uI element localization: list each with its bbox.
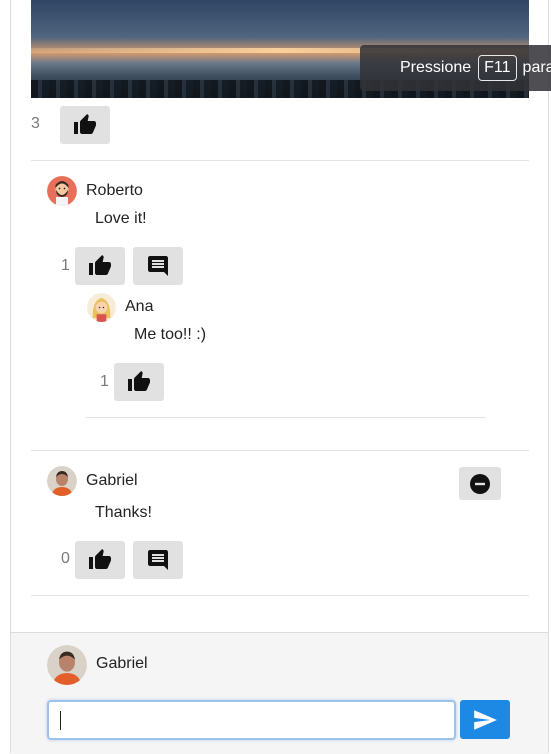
avatar-gabriel xyxy=(47,466,77,496)
reply-like-count: 1 xyxy=(100,373,109,390)
comment-text: Love it! xyxy=(95,210,147,227)
divider xyxy=(31,450,529,451)
thumbs-up-icon xyxy=(89,255,111,275)
thumbs-up-icon xyxy=(128,371,150,391)
avatar-roberto xyxy=(47,176,77,206)
thumbs-up-icon xyxy=(74,114,96,134)
comment-input[interactable] xyxy=(47,700,456,740)
user-photo-avatar xyxy=(47,645,87,685)
fullscreen-notice-prefix: Pressione xyxy=(400,59,472,76)
divider xyxy=(31,160,529,161)
text-caret xyxy=(60,711,61,730)
reply-button[interactable] xyxy=(133,247,183,285)
comment-like-count: 1 xyxy=(61,257,70,274)
comment-icon xyxy=(148,256,168,276)
reply-author[interactable]: Ana xyxy=(125,298,153,316)
thumbs-up-icon xyxy=(89,549,111,569)
divider xyxy=(31,595,529,596)
post-like-button[interactable] xyxy=(60,106,110,144)
fullscreen-notice-suffix: para xyxy=(522,59,551,76)
composer-avatar xyxy=(47,645,87,685)
delete-comment-button[interactable] xyxy=(459,467,501,500)
send-button[interactable] xyxy=(460,700,510,739)
comment-text: Thanks! xyxy=(95,504,152,521)
reply-text: Me too!! :) xyxy=(134,326,207,343)
like-button[interactable] xyxy=(75,247,125,285)
comment-author[interactable]: Roberto xyxy=(86,182,143,200)
comment-icon xyxy=(148,550,168,570)
reply-button[interactable] xyxy=(133,541,183,579)
send-icon xyxy=(474,709,497,730)
divider xyxy=(86,417,486,418)
reply-like-button[interactable] xyxy=(114,363,164,401)
minus-circle-icon xyxy=(470,473,490,494)
bearded-man-avatar xyxy=(47,176,77,206)
post-like-count: 3 xyxy=(31,115,40,132)
blonde-woman-avatar xyxy=(87,293,116,322)
fullscreen-notice: Pressione F11 para xyxy=(360,45,551,91)
user-photo-avatar xyxy=(47,466,77,496)
like-button[interactable] xyxy=(75,541,125,579)
comment-like-count: 0 xyxy=(61,550,70,567)
comment-author[interactable]: Gabriel xyxy=(86,472,138,490)
avatar-ana xyxy=(87,293,116,322)
fullscreen-notice-key: F11 xyxy=(478,55,517,81)
composer-user-name: Gabriel xyxy=(96,655,148,672)
